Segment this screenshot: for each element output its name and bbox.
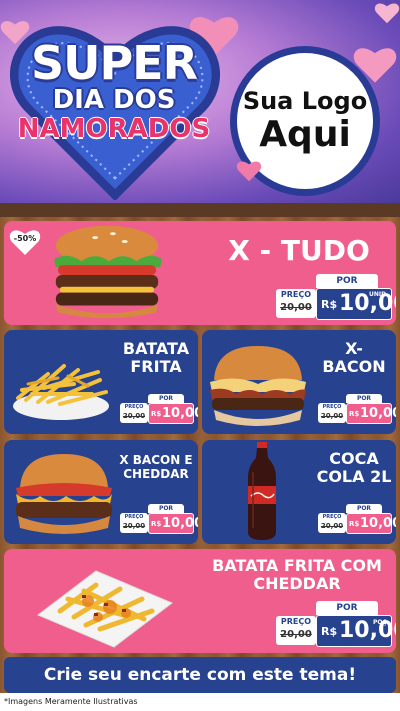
unit-label: POÇ <box>373 619 387 626</box>
new-price: 10,00 <box>339 618 396 643</box>
logo-text-line2: Aqui <box>259 114 351 155</box>
heart-icon <box>236 158 262 182</box>
old-price: 20,00 <box>320 412 344 420</box>
product-name: BATATA FRITA <box>116 339 196 377</box>
product-name-line2: BACON <box>322 357 386 377</box>
old-price-box: PREÇO 20,00 <box>120 403 148 423</box>
fries-icon <box>8 344 114 428</box>
product-card-batata-frita: BATATA FRITA POR PREÇO 20,00 R$ 10,00 <box>4 330 198 434</box>
new-price: 10,00 <box>162 516 198 531</box>
discount-badge: -50% <box>8 226 42 256</box>
currency: R$ <box>151 410 162 418</box>
old-price-box: PREÇO 20,00 <box>318 513 346 533</box>
old-price-box: PREÇO 20,00 <box>318 403 346 423</box>
title-namorados: NAMORADOS <box>17 114 211 144</box>
currency: R$ <box>321 298 338 311</box>
product-name-line1: BATATA FRITA COM <box>212 556 382 575</box>
new-price-box: R$ 10,00 <box>148 403 198 424</box>
product-name-line2: FRITA <box>130 357 182 377</box>
old-price: 20,00 <box>280 302 312 313</box>
new-price-box: R$ 10,00 <box>346 513 396 534</box>
price-tag: POR PREÇO 20,00 R$ 10,00 <box>120 394 198 426</box>
product-card-x-bacon: X- BACON POR PREÇO 20,00 R$ 10,00 <box>202 330 396 434</box>
product-card-x-tudo: X - TUDO POR PREÇO 20,00 R$ 10,00 UNID <box>4 221 396 325</box>
preco-label: PREÇO <box>322 514 342 520</box>
preco-label: PREÇO <box>124 404 144 410</box>
wood-top-edge <box>0 203 400 217</box>
product-name-line1: BATATA <box>122 339 190 358</box>
new-price-box: R$ 10,00 <box>346 403 396 424</box>
por-label: POR <box>316 274 378 288</box>
product-card-coca-cola: COCA COLA 2L POR PREÇO 20,00 R$ 10,00 <box>202 440 396 544</box>
old-price-box: PREÇO 20,00 <box>276 289 316 318</box>
old-price-box: PREÇO 20,00 <box>276 616 316 645</box>
bacon-burger-icon <box>206 340 310 430</box>
old-price: 20,00 <box>122 522 146 530</box>
por-label: POR <box>316 601 378 615</box>
product-name: X - TUDO <box>228 234 370 267</box>
product-name-line2: CHEDDAR <box>253 574 341 594</box>
product-card-x-bacon-cheddar: X BACON E CHEDDAR POR PREÇO 20,00 R$ 10,… <box>4 440 198 544</box>
preco-label: PREÇO <box>280 617 312 626</box>
currency: R$ <box>321 625 338 638</box>
price-tag: POR PREÇO 20,00 R$ 10,00 <box>318 394 396 426</box>
price-tag: POR PREÇO 20,00 R$ 10,00 UNID <box>276 274 396 322</box>
product-name: BATATA FRITA COM CHEDDAR <box>200 556 394 594</box>
price-tag: POR PREÇO 20,00 R$ 10,00 <box>318 504 396 536</box>
page-title: SUPER DIA DOS NAMORADOS <box>14 40 214 144</box>
burger-icon <box>48 223 166 323</box>
disclaimer-text: *Imagens Meramente Ilustrativas <box>0 693 400 711</box>
cta-banner: Crie seu encarte com este tema! <box>4 657 396 693</box>
product-name-line1: X BACON E <box>119 453 193 467</box>
new-price: 10,00 <box>360 516 396 531</box>
old-price: 20,00 <box>280 629 312 640</box>
currency: R$ <box>151 520 162 528</box>
product-name-line2: COLA 2L <box>316 467 392 487</box>
product-name-line1: COCA <box>329 449 379 468</box>
currency: R$ <box>349 410 360 418</box>
por-label: POR <box>148 504 184 513</box>
old-price: 20,00 <box>320 522 344 530</box>
por-label: POR <box>346 504 382 513</box>
title-super: SUPER <box>30 36 198 90</box>
por-label: POR <box>148 394 184 403</box>
new-price-box: R$ 10,00 POÇ <box>316 615 396 647</box>
currency: R$ <box>349 520 360 528</box>
product-name: X BACON E CHEDDAR <box>116 453 196 482</box>
product-card-batata-cheddar: BATATA FRITA COM CHEDDAR POR PREÇO 20,00… <box>4 549 396 653</box>
header-banner: SUPER DIA DOS NAMORADOS Sua Logo Aqui <box>0 0 400 203</box>
new-price-box: R$ 10,00 <box>148 513 198 534</box>
product-name: X- BACON <box>314 339 394 377</box>
unit-label: UNID <box>369 291 387 298</box>
preco-label: PREÇO <box>322 404 342 410</box>
price-tag: POR PREÇO 20,00 R$ 10,00 <box>120 504 198 536</box>
preco-label: PREÇO <box>280 290 312 299</box>
cheddar-fries-icon <box>34 555 174 649</box>
new-price-box: R$ 10,00 UNID <box>316 288 396 320</box>
discount-text: -50% <box>13 234 37 243</box>
cheddar-burger-icon <box>10 448 118 540</box>
new-price: 10,00 <box>339 291 396 316</box>
preco-label: PREÇO <box>124 514 144 520</box>
flyer: SUPER DIA DOS NAMORADOS Sua Logo Aqui X … <box>0 0 400 711</box>
new-price: 10,00 <box>162 406 198 421</box>
title-dia-dos: DIA DOS <box>52 85 176 115</box>
old-price-box: PREÇO 20,00 <box>120 513 148 533</box>
new-price: 10,00 <box>360 406 396 421</box>
heart-icon <box>374 0 400 24</box>
cta-text: Crie seu encarte com este tema! <box>43 665 357 685</box>
price-tag: POR PREÇO 20,00 R$ 10,00 POÇ <box>276 601 396 649</box>
product-name: COCA COLA 2L <box>314 449 394 487</box>
por-label: POR <box>346 394 382 403</box>
product-name-line2: CHEDDAR <box>123 466 189 481</box>
old-price: 20,00 <box>122 412 146 420</box>
coke-bottle-icon <box>242 442 282 542</box>
product-name-line1: X- <box>345 339 363 358</box>
logo-text-line1: Sua Logo <box>242 87 368 115</box>
